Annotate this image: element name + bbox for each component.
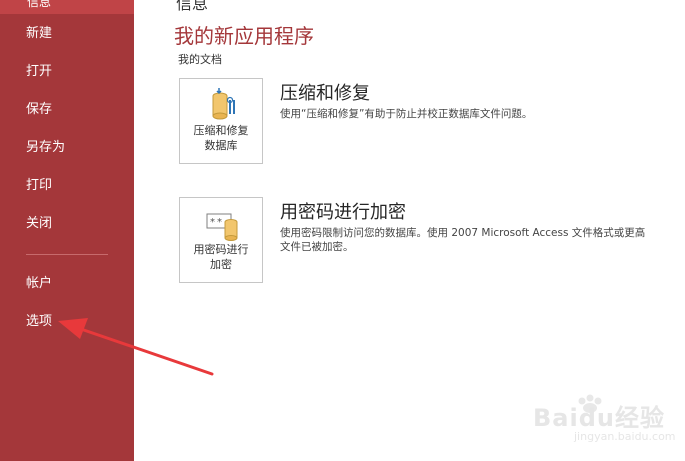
- tile-label: 加密: [210, 258, 232, 271]
- page-title: 我的新应用程序: [174, 24, 314, 48]
- compact-repair-button[interactable]: 压缩和修复 数据库: [179, 78, 263, 164]
- sidebar-item-print[interactable]: 打印: [0, 170, 134, 202]
- watermark-text: Baidu经验: [533, 404, 665, 432]
- compact-repair-description: 使用“压缩和修复”有助于防止并校正数据库文件问题。: [280, 108, 533, 120]
- sidebar-item-label: 帐户: [26, 276, 53, 291]
- sidebar-item-label: 另存为: [26, 140, 66, 155]
- sidebar-item-options[interactable]: 选项: [0, 306, 134, 338]
- sidebar-item-label: 关闭: [26, 216, 53, 231]
- tile-label: 压缩和修复: [193, 124, 249, 137]
- compact-repair-icon: [212, 88, 235, 120]
- watermark-url: jingyan.baidu.com: [574, 430, 676, 443]
- compact-repair-heading: 压缩和修复: [280, 83, 370, 104]
- backstage-sidebar: 信息 新建 打开 保存 另存为 打印 关闭 帐户 选项: [0, 0, 134, 461]
- encrypt-description-2: 文件已被加密。: [280, 241, 354, 253]
- sidebar-item-label: 打印: [26, 178, 53, 193]
- sidebar-item-info[interactable]: 信息: [0, 0, 134, 14]
- encrypt-heading: 用密码进行加密: [280, 202, 406, 223]
- tile-label: 用密码进行: [193, 243, 249, 256]
- sidebar-item-save[interactable]: 保存: [0, 94, 134, 126]
- encrypt-password-icon: * *: [206, 213, 238, 241]
- encrypt-with-password-button[interactable]: * * 用密码进行 加密: [179, 197, 263, 283]
- sidebar-item-open[interactable]: 打开: [0, 56, 134, 88]
- sidebar-item-label: 打开: [26, 64, 53, 79]
- sidebar-item-account[interactable]: 帐户: [0, 268, 134, 300]
- backstage-main: 信息 我的新应用程序 我的文档 压缩和修复 数据库 压缩和修复 使用“压缩和修复…: [134, 0, 685, 461]
- encrypt-description: 使用密码限制访问您的数据库。使用 2007 Microsoft Access 文…: [280, 227, 646, 239]
- sidebar-item-label: 信息: [27, 0, 52, 9]
- sidebar-item-new[interactable]: 新建: [0, 18, 134, 50]
- sidebar-divider: [26, 254, 108, 255]
- sidebar-item-label: 选项: [26, 314, 53, 329]
- svg-text:*: *: [217, 217, 222, 228]
- access-backstage-window: 信息 新建 打开 保存 另存为 打印 关闭 帐户 选项 信息 我的新应用程序 我…: [0, 0, 685, 461]
- sidebar-item-label: 保存: [26, 102, 53, 117]
- file-location: 我的文档: [178, 53, 222, 66]
- svg-text:*: *: [210, 217, 215, 228]
- tile-label: 数据库: [204, 139, 238, 152]
- sidebar-item-save-as[interactable]: 另存为: [0, 132, 134, 164]
- sidebar-item-close[interactable]: 关闭: [0, 208, 134, 240]
- page-heading-cut: 信息: [176, 0, 209, 13]
- sidebar-item-label: 新建: [26, 26, 53, 41]
